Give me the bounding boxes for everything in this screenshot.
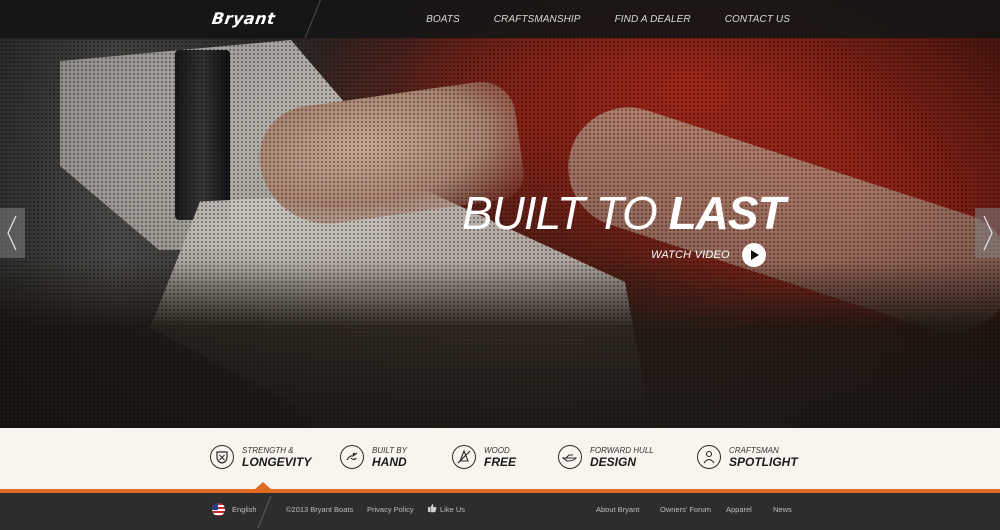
us-flag-icon[interactable] — [212, 503, 225, 516]
feature-small-label: FORWARD HULL — [590, 445, 654, 455]
footer-link-apparel[interactable]: Apparel — [726, 505, 752, 514]
feature-big-label: SPOTLIGHT — [729, 454, 798, 469]
no-wood-icon — [452, 445, 476, 469]
headline-bold: LAST — [668, 187, 786, 239]
watch-video-button[interactable]: WATCH VIDEO — [651, 243, 766, 267]
copyright-text: ©2013 Bryant Boats — [286, 505, 354, 514]
site-header: Bryant Boats Craftsmanship Find a Dealer… — [0, 0, 1000, 38]
feature-craftsman-spotlight[interactable]: CRAFTSMAN SPOTLIGHT — [697, 445, 798, 469]
privacy-policy-link[interactable]: Privacy Policy — [367, 505, 414, 514]
feature-small-label: BUILT BY — [372, 445, 407, 455]
headline-light: BUILT TO — [462, 187, 658, 239]
hero-headline: BUILT TO LAST — [462, 187, 786, 239]
hand-icon — [340, 445, 364, 469]
feature-big-label: LONGEVITY — [242, 454, 312, 469]
bryant-logo[interactable]: Bryant — [211, 9, 277, 28]
shield-icon — [210, 445, 234, 469]
footer-link-news[interactable]: News — [773, 505, 792, 514]
chevron-left-icon — [7, 215, 17, 251]
feature-forward-hull-design[interactable]: FORWARD HULL DESIGN — [558, 445, 654, 469]
next-slide-button[interactable] — [975, 208, 1000, 258]
page: Bryant Boats Craftsmanship Find a Dealer… — [0, 0, 1000, 530]
play-icon[interactable] — [741, 243, 766, 267]
language-selector[interactable]: English — [232, 505, 257, 514]
main-nav: Boats Craftsmanship Find a Dealer Contac… — [426, 0, 790, 38]
feature-strength-longevity[interactable]: STRENGTH & LONGEVITY — [210, 445, 311, 469]
nav-find-a-dealer[interactable]: Find a Dealer — [615, 14, 691, 25]
footer-link-owners-forum[interactable]: Owners' Forum — [660, 505, 711, 514]
header-divider — [304, 0, 336, 38]
footer-divider — [257, 496, 272, 528]
feature-big-label: FREE — [484, 454, 517, 469]
watch-video-label: WATCH VIDEO — [651, 249, 730, 261]
nav-craftsmanship[interactable]: Craftsmanship — [494, 14, 581, 25]
nav-contact-us[interactable]: Contact Us — [725, 14, 790, 25]
site-footer: English ©2013 Bryant Boats Privacy Polic… — [0, 493, 1000, 530]
feature-wood-free[interactable]: WOOD FREE — [452, 445, 516, 469]
nav-boats[interactable]: Boats — [426, 14, 460, 25]
prev-slide-button[interactable] — [0, 208, 25, 258]
footer-link-about[interactable]: About Bryant — [596, 505, 639, 514]
feature-small-label: STRENGTH & — [242, 445, 294, 455]
feature-small-label: WOOD — [484, 445, 510, 455]
feature-big-label: HAND — [372, 454, 407, 469]
chevron-right-icon — [983, 215, 993, 251]
feature-bar: STRENGTH & LONGEVITY BUILT BY HAND WOOD FRE… — [0, 428, 1000, 489]
hull-icon — [558, 445, 582, 469]
thumbs-up-icon[interactable] — [427, 503, 437, 513]
feature-small-label: CRAFTSMAN — [729, 445, 779, 455]
feature-big-label: DESIGN — [590, 454, 637, 469]
craftsman-icon — [697, 445, 721, 469]
feature-built-by-hand[interactable]: BUILT BY HAND — [340, 445, 407, 469]
like-us-link[interactable]: Like Us — [440, 505, 465, 514]
